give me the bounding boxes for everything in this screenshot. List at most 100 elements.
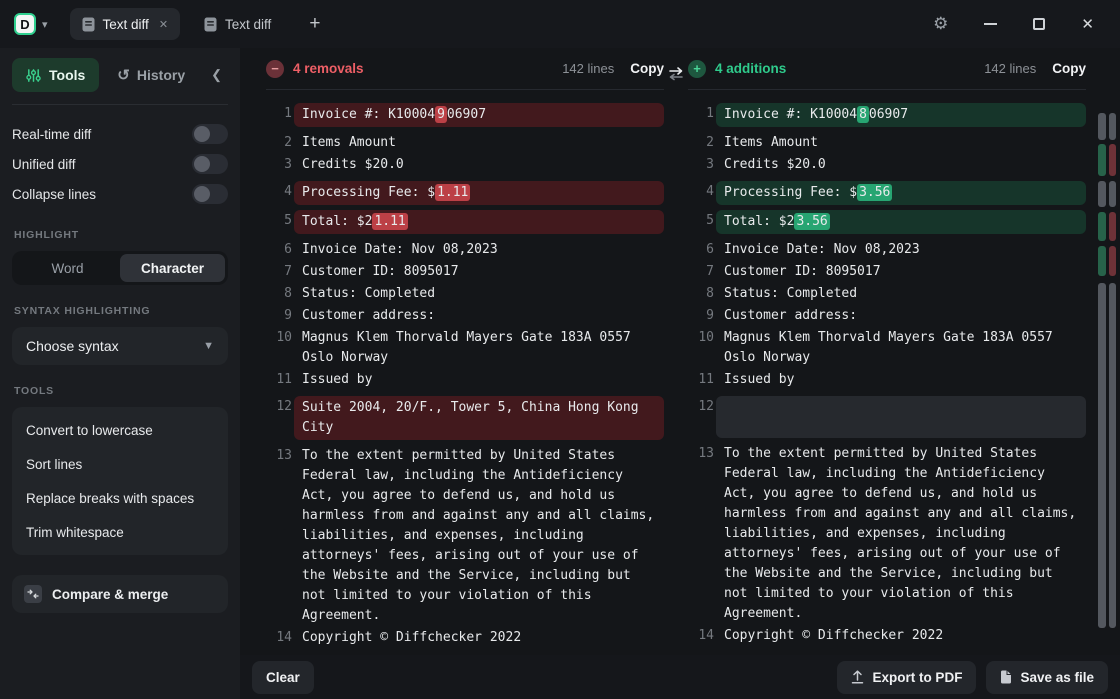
line-text: Invoice #: K10004906907: [294, 103, 664, 127]
tab-history[interactable]: ↺ History: [117, 66, 185, 84]
line-text: Copyright © Diffchecker 2022: [294, 627, 664, 649]
line-number: 1: [688, 103, 714, 125]
left-line-count: 142 lines: [562, 61, 614, 76]
tool-convert-to-lowercase[interactable]: Convert to lowercase: [12, 413, 228, 447]
highlight-section-label: HIGHLIGHT: [14, 229, 226, 241]
new-tab-button[interactable]: +: [309, 13, 320, 35]
tab-2-text-diff[interactable]: Text diff: [192, 8, 283, 40]
minimap-change-marker[interactable]: [1098, 246, 1116, 276]
export-pdf-button[interactable]: Export to PDF: [837, 661, 976, 694]
sliders-icon: [26, 68, 41, 83]
line-number: 12: [688, 396, 714, 418]
line-number: 9: [688, 305, 714, 327]
line-number: 5: [266, 210, 292, 232]
left-pane-body[interactable]: 1Invoice #: K100049069072Items Amount3Cr…: [266, 90, 664, 649]
minimap-change-marker[interactable]: [1098, 144, 1116, 176]
diff-line-2: 2Items Amount: [688, 132, 1086, 154]
highlight-option-word[interactable]: Word: [15, 254, 120, 282]
diff-line-10: 10Magnus Klem Thorvald Mayers Gate 183A …: [266, 327, 664, 369]
clear-button[interactable]: Clear: [252, 661, 314, 694]
char-diff-highlight: 3.56: [794, 213, 829, 230]
close-icon[interactable]: ✕: [1081, 15, 1094, 33]
line-number: 12: [266, 396, 292, 418]
window-controls: ⚙ ✕: [933, 14, 1106, 34]
diff-line-1: 1Invoice #: K10004906907: [266, 103, 664, 127]
settings-gear-icon[interactable]: ⚙: [933, 14, 948, 34]
tools-list: Convert to lowercaseSort linesReplace br…: [12, 407, 228, 555]
save-file-button[interactable]: Save as file: [986, 661, 1108, 694]
minimize-icon[interactable]: [984, 23, 997, 25]
diff-line-9: 9Customer address:: [266, 305, 664, 327]
tab-strip: Text diff✕ Text diff: [70, 8, 296, 40]
diffchecker-window: D ▾ Text diff✕ Text diff + ⚙ ✕: [0, 0, 1120, 699]
line-number: 10: [688, 327, 714, 349]
syntax-section-label: SYNTAX HIGHLIGHTING: [14, 305, 226, 317]
toggle-list: Real-time diffUnified diffCollapse lines: [12, 119, 228, 209]
line-text: Customer ID: 8095017: [294, 261, 664, 283]
choose-syntax-dropdown[interactable]: Choose syntax ▼: [12, 327, 228, 365]
chevron-down-icon: ▼: [203, 340, 214, 352]
toggle-row-collapse-lines: Collapse lines: [12, 179, 228, 209]
highlight-option-character[interactable]: Character: [120, 254, 225, 282]
tab-tools[interactable]: Tools: [12, 58, 99, 92]
right-pane: + 4 additions 142 lines Copy 1Invoice #:…: [688, 48, 1086, 699]
export-icon: [851, 670, 864, 684]
left-copy-button[interactable]: Copy: [630, 61, 664, 76]
toggle-switch[interactable]: [192, 154, 228, 174]
tools-tab-label: Tools: [49, 67, 85, 83]
diff-line-14: 14Copyright © Diffchecker 2022: [688, 625, 1086, 647]
right-line-count: 142 lines: [984, 61, 1036, 76]
title-bar: D ▾ Text diff✕ Text diff + ⚙ ✕: [0, 0, 1120, 48]
char-diff-highlight: 8: [857, 106, 869, 123]
minimap-change-marker[interactable]: [1098, 212, 1116, 241]
minimap-right-bar: [1109, 283, 1117, 628]
diff-line-10: 10Magnus Klem Thorvald Mayers Gate 183A …: [688, 327, 1086, 369]
diff-line-8: 8Status: Completed: [266, 283, 664, 305]
diff-minimap-scrollbar[interactable]: [1098, 105, 1116, 685]
compare-merge-icon: [24, 585, 42, 603]
minimap-left-bar: [1098, 212, 1106, 241]
tab-close-icon[interactable]: ✕: [159, 18, 168, 31]
tab-1-text-diff[interactable]: Text diff✕: [70, 8, 181, 40]
diff-area: − 4 removals 142 lines Copy 1Invoice #: …: [240, 48, 1120, 699]
right-copy-button[interactable]: Copy: [1052, 61, 1086, 76]
maximize-icon[interactable]: [1033, 18, 1045, 30]
diff-line-4: 4Processing Fee: $1.11: [266, 181, 664, 205]
chevron-down-icon: ▾: [42, 18, 48, 31]
line-text: Customer ID: 8095017: [716, 261, 1086, 283]
line-text: Invoice #: K10004806907: [716, 103, 1086, 127]
tool-sort-lines[interactable]: Sort lines: [12, 447, 228, 481]
line-text: Suite 2004, 20/F., Tower 5, China Hong K…: [294, 396, 664, 440]
file-icon: [1000, 670, 1012, 684]
line-text: Magnus Klem Thorvald Mayers Gate 183A 05…: [716, 327, 1086, 369]
left-pane: − 4 removals 142 lines Copy 1Invoice #: …: [266, 48, 664, 699]
toggle-switch[interactable]: [192, 124, 228, 144]
swap-arrows-icon[interactable]: [666, 66, 686, 82]
line-text: Issued by: [716, 369, 1086, 391]
line-text: Issued by: [294, 369, 664, 391]
tool-replace-breaks-with-spaces[interactable]: Replace breaks with spaces: [12, 481, 228, 515]
line-number: 9: [266, 305, 292, 327]
clear-button-label: Clear: [266, 670, 300, 685]
minimap-left-bar: [1098, 113, 1106, 140]
collapse-sidebar-icon[interactable]: ❮: [205, 67, 228, 83]
tool-trim-whitespace[interactable]: Trim whitespace: [12, 515, 228, 549]
diff-line-12: 12: [688, 396, 1086, 438]
diff-line-6: 6Invoice Date: Nov 08,2023: [688, 239, 1086, 261]
minimap-region[interactable]: [1098, 283, 1116, 628]
line-number: 6: [688, 239, 714, 261]
minimap-region[interactable]: [1098, 113, 1116, 140]
compare-merge-button[interactable]: Compare & merge: [12, 575, 228, 613]
left-pane-header: − 4 removals 142 lines Copy: [266, 48, 664, 90]
diff-line-3: 3Credits $20.0: [266, 154, 664, 176]
line-number: 11: [688, 369, 714, 391]
right-pane-body[interactable]: 1Invoice #: K100048069072Items Amount3Cr…: [688, 90, 1086, 647]
toggle-switch[interactable]: [192, 184, 228, 204]
diff-line-8: 8Status: Completed: [688, 283, 1086, 305]
line-text: Copyright © Diffchecker 2022: [716, 625, 1086, 647]
minimap-region[interactable]: [1098, 181, 1116, 207]
char-diff-highlight: 1.11: [372, 213, 407, 230]
diff-line-12: 12Suite 2004, 20/F., Tower 5, China Hong…: [266, 396, 664, 440]
line-number: 8: [688, 283, 714, 305]
app-menu[interactable]: D ▾: [14, 13, 48, 35]
